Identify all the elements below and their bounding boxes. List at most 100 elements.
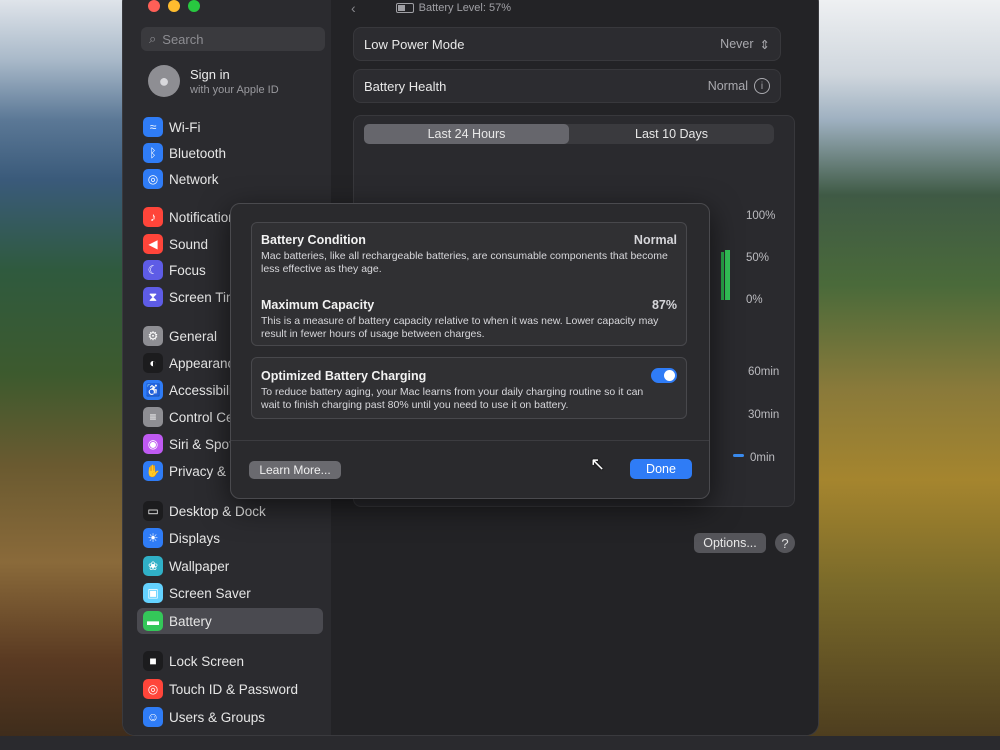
optimized-charging-card: Optimized Battery Charging To reduce bat… <box>251 357 687 419</box>
usage-axis-60: 60min <box>748 366 780 378</box>
battery-icon: ▬ <box>143 611 163 631</box>
sidebar-item-touch-id-password[interactable]: ◎ Touch ID & Password <box>137 676 323 702</box>
sidebar-item-label: Screen Saver <box>169 585 251 601</box>
level-axis-50: 50% <box>746 252 770 264</box>
low-power-label: Low Power Mode <box>364 36 465 52</box>
help-button[interactable]: ? <box>775 533 795 553</box>
usage-axis-0: 0min <box>750 452 775 464</box>
sidebar-item-wi-fi[interactable]: ≈ Wi-Fi <box>137 114 323 140</box>
sidebar-item-network[interactable]: ◎ Network <box>137 166 323 192</box>
sidebar-item-label: Network <box>169 171 219 187</box>
battery-icon <box>395 3 414 13</box>
battery-condition-desc: Mac batteries, like all rechargeable bat… <box>261 250 668 275</box>
sidebar-item-users-groups[interactable]: ☺ Users & Groups <box>137 704 323 730</box>
sidebar-item-label: Wallpaper <box>169 558 230 574</box>
globe-icon: ◎ <box>143 169 163 189</box>
moon-icon: ☾ <box>143 260 163 280</box>
sidebar-item-label: Displays <box>169 530 221 546</box>
optimized-charging-title: Optimized Battery Charging <box>261 368 427 383</box>
learn-more-button[interactable]: Learn More... <box>249 461 341 479</box>
minimize-button[interactable] <box>168 0 180 12</box>
zoom-button[interactable] <box>188 0 200 12</box>
sidebar-item-battery[interactable]: ▬ Battery <box>137 608 323 634</box>
bluetooth-icon: ᛒ <box>143 143 163 163</box>
window-controls <box>148 0 200 12</box>
avatar: ● <box>148 65 180 97</box>
battery-health-value: Normal <box>707 79 748 93</box>
accessibility-icon: ♿ <box>143 380 163 400</box>
hand-icon: ✋ <box>143 461 163 481</box>
sidebar-item-label: Users & Groups <box>169 709 266 725</box>
sidebar-item-displays[interactable]: ☀ Displays <box>137 525 323 551</box>
battery-level-text: Battery Level: 57% <box>418 2 512 14</box>
usage-axis-30: 30min <box>748 409 780 421</box>
low-power-mode-row: Low Power Mode Never ⇕ <box>353 27 781 61</box>
sidebar-item-screen-saver[interactable]: ▣ Screen Saver <box>137 580 323 606</box>
dialog-divider <box>231 440 709 441</box>
tab-last-24-hours[interactable]: Last 24 Hours <box>364 124 569 144</box>
desktop-wallpaper-left <box>0 0 135 750</box>
sidebar-item-label: General <box>169 328 218 344</box>
level-axis-100: 100% <box>746 210 776 222</box>
battery-level-bar <box>725 250 730 300</box>
gear-icon: ⚙ <box>143 326 163 346</box>
optimized-charging-toggle[interactable] <box>651 368 677 383</box>
battery-health-dialog: Battery Condition Normal Mac batteries, … <box>230 203 710 499</box>
sidebar-item-label: Focus <box>169 262 206 278</box>
speaker-icon: ◀ <box>143 234 163 254</box>
hourglass-icon: ⧗ <box>143 287 163 307</box>
sidebar-item-label: Wi-Fi <box>169 119 201 135</box>
battery-condition-value: Normal <box>633 233 677 247</box>
back-icon[interactable]: ‹ <box>351 0 356 16</box>
wallpaper-icon: ❀ <box>143 556 163 576</box>
apple-id-signin[interactable]: ● Sign in with your Apple ID <box>148 65 279 97</box>
maximum-capacity-title: Maximum Capacity <box>261 298 375 312</box>
desktop-wallpaper-right <box>810 0 1000 750</box>
battery-health-label: Battery Health <box>364 78 447 94</box>
fingerprint-icon: ◎ <box>143 679 163 699</box>
control-centre-icon: ≡ <box>143 407 163 427</box>
time-range-tabs: Last 24 Hours Last 10 Days <box>364 124 774 144</box>
sidebar-item-bluetooth[interactable]: ᛒ Bluetooth <box>137 140 323 166</box>
battery-health-row: Battery Health Normal i <box>353 69 781 103</box>
signin-subtitle: with your Apple ID <box>190 83 279 96</box>
done-button[interactable]: Done <box>630 459 692 479</box>
dock <box>0 736 1000 750</box>
maximum-capacity-desc: This is a measure of battery capacity re… <box>261 315 659 340</box>
info-icon[interactable]: i <box>754 78 770 94</box>
bell-icon: ♪ <box>143 207 163 227</box>
low-power-select[interactable]: Never ⇕ <box>720 37 770 52</box>
sidebar-item-label: Lock Screen <box>169 653 245 669</box>
battery-info-card: Battery Condition Normal Mac batteries, … <box>251 222 687 346</box>
battery-level-bar <box>721 252 724 300</box>
options-button[interactable]: Options... <box>694 533 766 553</box>
close-button[interactable] <box>148 0 160 12</box>
battery-condition-title: Battery Condition <box>261 233 366 247</box>
toolbar: ‹ Battery Level: 57% <box>351 0 511 16</box>
search-input[interactable]: ⌕ Search <box>141 27 325 51</box>
lock-icon: ■ <box>143 651 163 671</box>
sidebar-item-wallpaper[interactable]: ❀ Wallpaper <box>137 553 323 579</box>
wifi-icon: ≈ <box>143 117 163 137</box>
chevron-updown-icon: ⇕ <box>759 37 770 52</box>
sidebar-item-label: Desktop & Dock <box>169 503 266 519</box>
sidebar-item-label: Touch ID & Password <box>169 681 299 697</box>
search-icon: ⌕ <box>149 31 157 46</box>
sun-icon: ☀ <box>143 528 163 548</box>
optimized-charging-desc: To reduce battery aging, your Mac learns… <box>261 386 644 411</box>
usage-bar <box>733 454 744 457</box>
maximum-capacity-value: 87% <box>651 298 677 312</box>
search-placeholder: Search <box>162 31 204 47</box>
tab-last-10-days[interactable]: Last 10 Days <box>569 124 774 144</box>
sidebar-item-label: Bluetooth <box>169 145 227 161</box>
sidebar-item-label: Battery <box>169 613 212 629</box>
mouse-cursor-icon: ↖ <box>590 454 606 474</box>
siri-icon: ◉ <box>143 434 163 454</box>
sidebar-item-lock-screen[interactable]: ■ Lock Screen <box>137 648 323 674</box>
dock-icon: ▭ <box>143 501 163 521</box>
signin-title: Sign in <box>190 66 230 82</box>
sidebar-item-desktop-dock[interactable]: ▭ Desktop & Dock <box>137 498 323 524</box>
screensaver-icon: ▣ <box>143 583 163 603</box>
level-axis-0: 0% <box>746 294 763 306</box>
users-icon: ☺ <box>143 707 163 727</box>
